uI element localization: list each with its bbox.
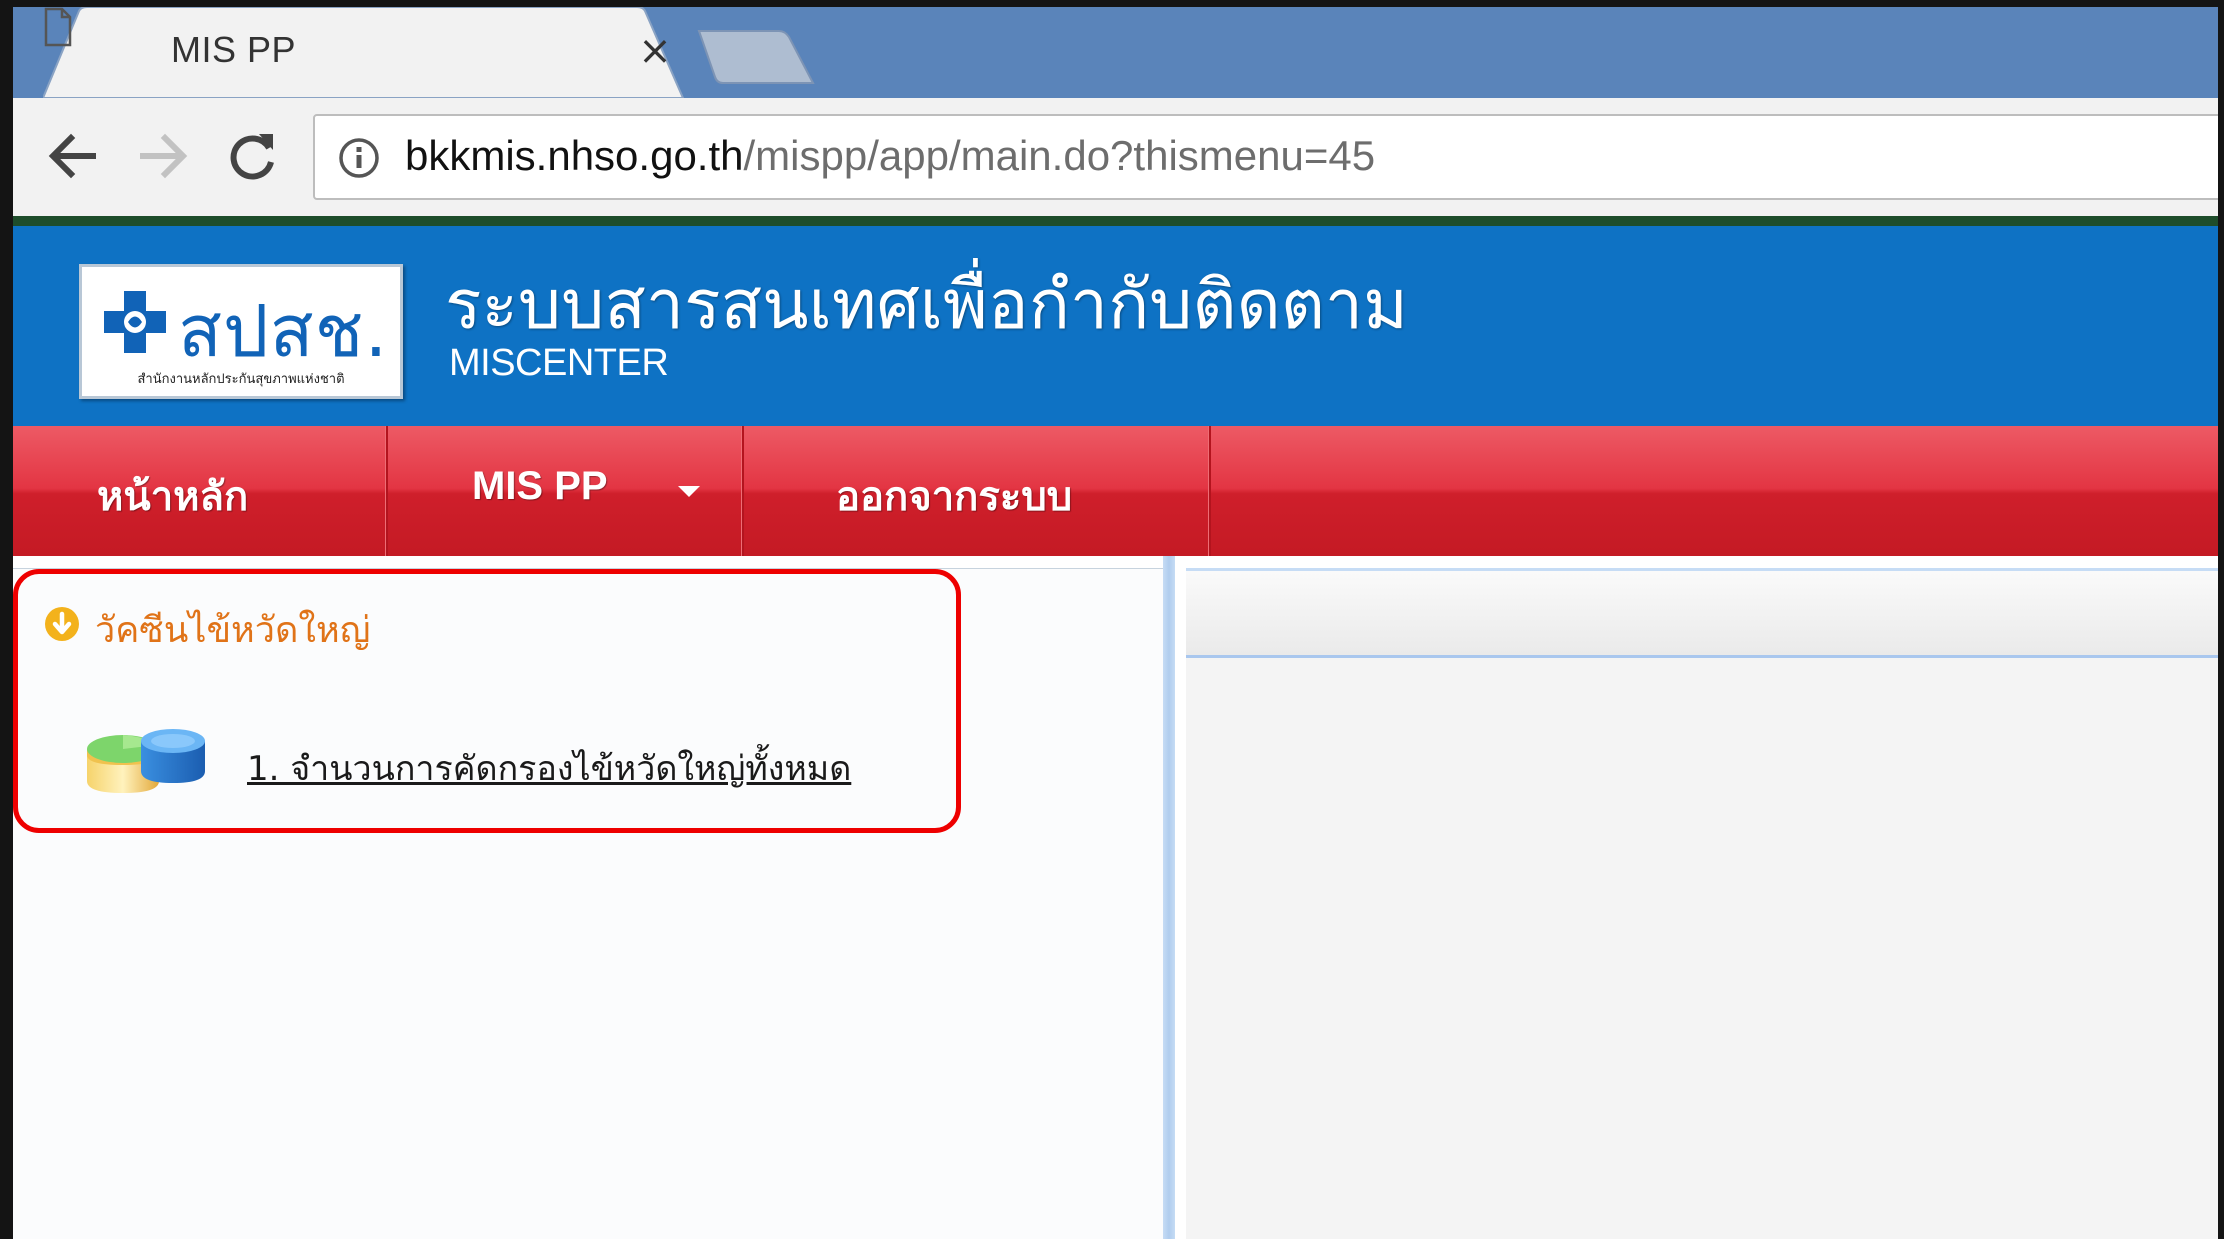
- panel-divider[interactable]: [1163, 556, 1175, 1239]
- info-icon[interactable]: [337, 136, 381, 180]
- content-area: วัคซีนไข้หวัดใหญ่ 1. จำนวนการคัดกรองไข้ห…: [13, 556, 2218, 1239]
- reload-icon[interactable]: [223, 126, 283, 186]
- sidebar-section-title: วัคซีนไข้หวัดใหญ่: [95, 610, 371, 651]
- main-panel-header: [1186, 568, 2218, 658]
- screenshot-frame: MIS PP × bkkmis.nhso.go.th/mispp/app/mai…: [0, 0, 2224, 1239]
- tab-title: MIS PP: [171, 29, 297, 70]
- caret-down-icon: [678, 486, 700, 497]
- main-nav: หน้าหลัก MIS PP ออกจากระบบ: [13, 426, 2218, 556]
- document-icon: [44, 7, 72, 47]
- arrow-left-icon[interactable]: [43, 126, 103, 186]
- sidebar-item-label[interactable]: 1. จำนวนการคัดกรองไข้หวัดใหญ่ทั้งหมด: [247, 741, 851, 795]
- new-tab-button[interactable]: [695, 27, 820, 87]
- browser-tab[interactable]: MIS PP ×: [43, 7, 693, 98]
- arrow-right-icon[interactable]: [133, 126, 193, 186]
- url-text: bkkmis.nhso.go.th/mispp/app/main.do?this…: [405, 132, 1375, 180]
- browser-window: MIS PP × bkkmis.nhso.go.th/mispp/app/mai…: [13, 7, 2218, 1239]
- tab-close-icon[interactable]: ×: [635, 31, 675, 71]
- toolbar-divider: [13, 216, 2218, 226]
- arrow-down-circle-icon: [45, 607, 79, 641]
- medical-cross-icon: [104, 291, 166, 353]
- nhso-logo[interactable]: สปสช. สำนักงานหลักประกันสุขภาพแห่งชาติ: [79, 264, 403, 399]
- site-subtitle: MISCENTER: [449, 342, 669, 384]
- url-path: /mispp/app/main.do?thismenu=45: [743, 132, 1376, 179]
- nav-item-logout[interactable]: ออกจากระบบ: [744, 426, 1211, 556]
- nav-item-home[interactable]: หน้าหลัก: [13, 426, 388, 556]
- nav-item-label: MIS PP: [472, 464, 608, 508]
- nav-item-label: หน้าหลัก: [97, 474, 249, 520]
- address-bar[interactable]: bkkmis.nhso.go.th/mispp/app/main.do?this…: [313, 114, 2218, 200]
- main-panel: [1186, 568, 2218, 1239]
- sidebar-menu: วัคซีนไข้หวัดใหญ่ 1. จำนวนการคัดกรองไข้ห…: [13, 568, 1163, 1239]
- nav-item-label: ออกจากระบบ: [836, 474, 1073, 520]
- database-icon: [87, 729, 205, 793]
- sidebar-item-flu-screening[interactable]: 1. จำนวนการคัดกรองไข้หวัดใหญ่ทั้งหมด: [85, 719, 985, 809]
- site-header: สปสช. สำนักงานหลักประกันสุขภาพแห่งชาติ ร…: [13, 226, 2218, 426]
- url-host: bkkmis.nhso.go.th: [405, 132, 744, 179]
- logo-subtext: สำนักงานหลักประกันสุขภาพแห่งชาติ: [88, 369, 394, 391]
- nav-item-mis-pp[interactable]: MIS PP: [388, 426, 744, 556]
- tab-strip: MIS PP ×: [13, 7, 2218, 98]
- browser-toolbar: bkkmis.nhso.go.th/mispp/app/main.do?this…: [13, 98, 2218, 216]
